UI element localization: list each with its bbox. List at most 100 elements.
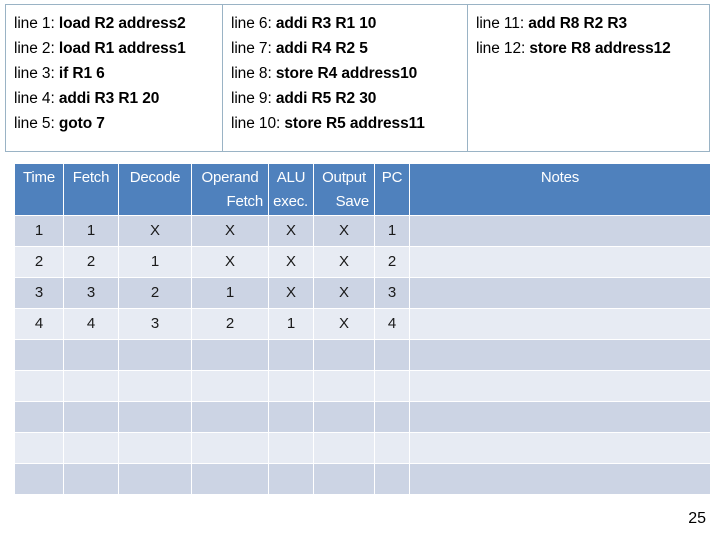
table-row <box>15 371 710 401</box>
pipeline-cell-pc[interactable]: 4 <box>375 309 409 339</box>
pipeline-cell-notes[interactable] <box>410 309 710 339</box>
pipeline-cell-fetch[interactable]: 1 <box>64 216 118 246</box>
pipeline-cell-output-save[interactable]: X <box>314 247 374 277</box>
pipeline-cell-time[interactable]: 2 <box>15 247 63 277</box>
code-line-instruction: load R2 address2 <box>58 15 186 32</box>
pipeline-cell-pc[interactable] <box>375 464 409 494</box>
pipeline-cell-fetch[interactable] <box>64 433 118 463</box>
pipeline-cell-alu-exec[interactable]: 1 <box>269 309 313 339</box>
pipeline-header-row: Time Fetch Decode Operand Fetch ALU exec. Outpu… <box>15 164 710 215</box>
pipeline-cell-decode[interactable]: 1 <box>119 247 191 277</box>
pipeline-cell-operand-fetch[interactable] <box>192 402 268 432</box>
pipeline-cell-output-save[interactable] <box>314 464 374 494</box>
pipeline-cell-pc[interactable] <box>375 433 409 463</box>
pipeline-cell-time[interactable] <box>15 464 63 494</box>
pipeline-cell-time[interactable] <box>15 340 63 370</box>
code-line-instruction: store R5 address11 <box>284 115 425 132</box>
pipeline-cell-pc[interactable]: 2 <box>375 247 409 277</box>
code-line-label: line 4: <box>14 90 55 107</box>
pipeline-cell-decode[interactable]: 2 <box>119 278 191 308</box>
pipeline-cell-pc[interactable] <box>375 340 409 370</box>
pipeline-cell-notes[interactable] <box>410 278 710 308</box>
pipeline-cell-time[interactable]: 3 <box>15 278 63 308</box>
pipeline-cell-fetch[interactable] <box>64 402 118 432</box>
pipeline-cell-notes[interactable] <box>410 216 710 246</box>
code-line: line 10: store R5 address11 <box>231 111 467 136</box>
table-row: 3321XX3 <box>15 278 710 308</box>
table-row <box>15 340 710 370</box>
pipeline-cell-operand-fetch[interactable]: 2 <box>192 309 268 339</box>
pipeline-cell-alu-exec[interactable]: X <box>269 278 313 308</box>
code-column-3: line 11: add R8 R2 R3 line 12: store R8 a… <box>468 5 709 151</box>
pipeline-cell-output-save[interactable] <box>314 340 374 370</box>
pipeline-cell-alu-exec[interactable] <box>269 433 313 463</box>
pipeline-cell-operand-fetch[interactable]: X <box>192 247 268 277</box>
code-line-label: line 1: <box>14 15 55 32</box>
pipeline-header-cell: Fetch <box>64 164 118 215</box>
pipeline-cell-decode[interactable]: X <box>119 216 191 246</box>
pipeline-cell-output-save[interactable]: X <box>314 309 374 339</box>
code-line: line 3: if R1 6 <box>14 61 222 86</box>
pipeline-cell-output-save[interactable] <box>314 433 374 463</box>
pipeline-cell-notes[interactable] <box>410 464 710 494</box>
pipeline-cell-time[interactable]: 4 <box>15 309 63 339</box>
code-line-label: line 7: <box>231 40 272 57</box>
pipeline-cell-notes[interactable] <box>410 371 710 401</box>
code-line-instruction: addi R5 R2 30 <box>275 90 377 107</box>
code-line: line 8: store R4 address10 <box>231 61 467 86</box>
pipeline-cell-operand-fetch[interactable] <box>192 371 268 401</box>
pipeline-cell-time[interactable]: 1 <box>15 216 63 246</box>
pipeline-header-cell: Decode <box>119 164 191 215</box>
pipeline-table-body: 11XXXX1221XXX23321XX344321X4 <box>15 216 710 494</box>
pipeline-header-cell: Operand Fetch <box>192 164 268 215</box>
pipeline-header-cell: Notes <box>410 164 710 215</box>
pipeline-cell-decode[interactable] <box>119 464 191 494</box>
code-line-instruction: addi R3 R1 10 <box>275 15 377 32</box>
pipeline-cell-fetch[interactable] <box>64 340 118 370</box>
pipeline-cell-time[interactable] <box>15 402 63 432</box>
pipeline-cell-notes[interactable] <box>410 402 710 432</box>
pipeline-cell-alu-exec[interactable] <box>269 340 313 370</box>
pipeline-cell-notes[interactable] <box>410 340 710 370</box>
pipeline-cell-output-save[interactable] <box>314 402 374 432</box>
pipeline-cell-operand-fetch[interactable] <box>192 340 268 370</box>
pipeline-cell-decode[interactable] <box>119 433 191 463</box>
pipeline-cell-operand-fetch[interactable] <box>192 433 268 463</box>
pipeline-cell-fetch[interactable] <box>64 464 118 494</box>
pipeline-header-line1: Output <box>322 169 366 186</box>
pipeline-cell-decode[interactable] <box>119 371 191 401</box>
table-row: 221XXX2 <box>15 247 710 277</box>
pipeline-cell-time[interactable] <box>15 433 63 463</box>
pipeline-cell-fetch[interactable]: 4 <box>64 309 118 339</box>
pipeline-cell-decode[interactable] <box>119 340 191 370</box>
code-listing-box: line 1: load R2 address2 line 2: load R1 … <box>5 4 710 152</box>
pipeline-cell-alu-exec[interactable] <box>269 371 313 401</box>
pipeline-cell-notes[interactable] <box>410 247 710 277</box>
pipeline-cell-notes[interactable] <box>410 433 710 463</box>
pipeline-cell-operand-fetch[interactable]: X <box>192 216 268 246</box>
pipeline-cell-decode[interactable]: 3 <box>119 309 191 339</box>
pipeline-cell-output-save[interactable]: X <box>314 278 374 308</box>
pipeline-cell-fetch[interactable] <box>64 371 118 401</box>
pipeline-header-line1: ALU <box>276 169 306 186</box>
pipeline-cell-output-save[interactable]: X <box>314 216 374 246</box>
pipeline-cell-fetch[interactable]: 2 <box>64 247 118 277</box>
pipeline-cell-fetch[interactable]: 3 <box>64 278 118 308</box>
pipeline-cell-operand-fetch[interactable] <box>192 464 268 494</box>
pipeline-cell-output-save[interactable] <box>314 371 374 401</box>
pipeline-cell-alu-exec[interactable] <box>269 464 313 494</box>
pipeline-cell-decode[interactable] <box>119 402 191 432</box>
pipeline-cell-pc[interactable] <box>375 371 409 401</box>
pipeline-header-cell: Time <box>15 164 63 215</box>
pipeline-cell-alu-exec[interactable]: X <box>269 216 313 246</box>
pipeline-cell-pc[interactable]: 1 <box>375 216 409 246</box>
code-line: line 9: addi R5 R2 30 <box>231 86 467 111</box>
pipeline-header-line2: Save <box>335 193 370 210</box>
pipeline-cell-pc[interactable] <box>375 402 409 432</box>
pipeline-cell-alu-exec[interactable] <box>269 402 313 432</box>
pipeline-cell-time[interactable] <box>15 371 63 401</box>
pipeline-cell-alu-exec[interactable]: X <box>269 247 313 277</box>
pipeline-cell-pc[interactable]: 3 <box>375 278 409 308</box>
pipeline-cell-operand-fetch[interactable]: 1 <box>192 278 268 308</box>
code-column-1: line 1: load R2 address2 line 2: load R1 … <box>6 5 223 151</box>
